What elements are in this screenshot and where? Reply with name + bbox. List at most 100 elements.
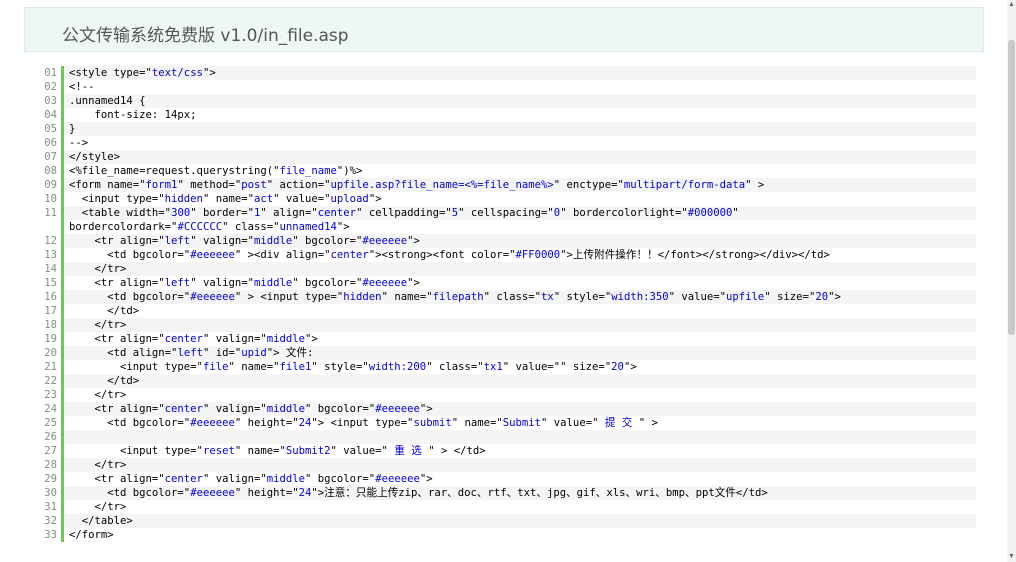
code-line: 17 </td> bbox=[24, 304, 976, 318]
scroll-down-arrow-icon[interactable]: ▼ bbox=[1007, 552, 1016, 562]
line-number: 07 bbox=[44, 151, 57, 163]
code-text: <td bgcolor="#eeeeee" ><div align="cente… bbox=[69, 249, 830, 261]
code-text: <td bgcolor="#eeeeee" > <input type="hid… bbox=[64, 290, 976, 304]
code-line: 06 --> bbox=[24, 136, 976, 150]
scroll-up-arrow-icon[interactable]: ▲ bbox=[1007, 0, 1016, 10]
code-text: <form name="form1" method="post" action=… bbox=[64, 178, 976, 192]
code-line: 29 <tr align="center" valign="middle" bg… bbox=[24, 472, 976, 486]
line-number: 29 bbox=[44, 473, 57, 485]
line-number: 33 bbox=[44, 529, 57, 541]
code-viewer: 01 <style type="text/css"> 02 <!-- 03 .unname… bbox=[24, 66, 976, 542]
code-text bbox=[64, 430, 976, 444]
code-text: <tr align="center" valign="middle" bgcol… bbox=[64, 402, 976, 416]
code-text: <%file_name=request.querystring("file_na… bbox=[69, 165, 363, 177]
code-text: <td bgcolor="#eeeeee" height="24"> <inpu… bbox=[69, 417, 658, 429]
code-line: 20 <td align="left" id="upid"> 文件: bbox=[24, 346, 976, 360]
line-number: 21 bbox=[44, 361, 57, 373]
code-line: 24 <tr align="center" valign="middle" bg… bbox=[24, 402, 976, 416]
code-line: 11 <table width="300" border="1" align="… bbox=[24, 206, 976, 220]
line-number: 04 bbox=[44, 109, 57, 121]
code-text: </td> bbox=[69, 305, 140, 317]
line-number: 12 bbox=[44, 235, 57, 247]
code-line: 19 <tr align="center" valign="middle"> bbox=[24, 332, 976, 346]
line-number: 18 bbox=[44, 319, 57, 331]
code-line: 09 <form name="form1" method="post" actio… bbox=[24, 178, 976, 192]
code-text: <!-- bbox=[69, 81, 95, 93]
code-text: <style type="text/css"> bbox=[64, 66, 976, 80]
code-line: 31 </tr> bbox=[24, 500, 976, 514]
line-number: 31 bbox=[44, 501, 57, 513]
code-text: bordercolordark="#CCCCCC" class="unnamed… bbox=[69, 221, 350, 233]
code-line: 14 </tr> bbox=[24, 262, 976, 276]
line-number: 14 bbox=[44, 263, 57, 275]
code-line: 28 </tr> bbox=[24, 458, 976, 472]
code-text: <tr align="center" valign="middle" bgcol… bbox=[69, 473, 433, 485]
code-text: <input type="file" name="file1" style="w… bbox=[69, 361, 637, 373]
line-number: 02 bbox=[44, 81, 57, 93]
code-text: </tr> bbox=[69, 389, 127, 401]
line-number: 03 bbox=[44, 95, 57, 107]
code-line: 05} bbox=[24, 122, 976, 136]
code-text: .unnamed14 { bbox=[64, 94, 976, 108]
line-number: 32 bbox=[44, 515, 57, 527]
code-line: 16 <td bgcolor="#eeeeee" > <input type="… bbox=[24, 290, 976, 304]
line-number: 26 bbox=[44, 431, 57, 443]
line-number bbox=[24, 220, 61, 234]
code-line: 26 bbox=[24, 430, 976, 444]
line-number: 28 bbox=[44, 459, 57, 471]
code-line: 15 <tr align="left" valign="middle" bgco… bbox=[24, 276, 976, 290]
vertical-scrollbar[interactable]: ▲ ▼ bbox=[1007, 0, 1016, 562]
code-line: bordercolordark="#CCCCCC" class="unnamed… bbox=[24, 220, 976, 234]
line-number: 10 bbox=[44, 193, 57, 205]
code-line: 04 font-size: 14px; bbox=[24, 108, 976, 122]
line-number: 27 bbox=[44, 445, 57, 457]
line-number: 11 bbox=[44, 207, 57, 219]
line-number: 13 bbox=[44, 249, 57, 261]
code-text: </table> bbox=[64, 514, 976, 528]
code-text: <tr align="left" valign="middle" bgcolor… bbox=[69, 277, 420, 289]
line-number: 23 bbox=[44, 389, 57, 401]
code-text: <td bgcolor="#eeeeee" height="24">注意：只能上… bbox=[64, 486, 976, 500]
code-line: 23 </tr> bbox=[24, 388, 976, 402]
line-number: 16 bbox=[44, 291, 57, 303]
code-line: 01 <style type="text/css"> bbox=[24, 66, 976, 80]
file-path-title: 公文传输系统免费版 v1.0/in_file.asp bbox=[62, 26, 349, 46]
code-line: 18 </tr> bbox=[24, 318, 976, 332]
scrollbar-thumb[interactable] bbox=[1008, 40, 1015, 335]
code-text: </form> bbox=[69, 529, 114, 541]
code-line: 08 <%file_name=request.querystring("file_… bbox=[24, 164, 976, 178]
line-number: 15 bbox=[44, 277, 57, 289]
code-line: 03 .unnamed14 { bbox=[24, 94, 976, 108]
code-text: --> bbox=[69, 137, 89, 149]
code-text: <table width="300" border="1" align="cen… bbox=[64, 206, 976, 220]
line-number: 19 bbox=[44, 333, 57, 345]
code-line: 27 <input type="reset" name="Submit2" va… bbox=[24, 444, 976, 458]
line-number: 24 bbox=[44, 403, 57, 415]
line-number: 25 bbox=[44, 417, 57, 429]
code-line: 12 <tr align="left" valign="middle" bgco… bbox=[24, 234, 976, 248]
line-number: 20 bbox=[44, 347, 57, 359]
code-line: 22 </td> bbox=[24, 374, 976, 388]
code-text: </tr> bbox=[64, 458, 976, 472]
code-line: 10 <input type="hidden" name="act" value… bbox=[24, 192, 976, 206]
line-number: 08 bbox=[44, 165, 57, 177]
code-line: 13 <td bgcolor="#eeeeee" ><div align="ce… bbox=[24, 248, 976, 262]
code-text: font-size: 14px; bbox=[69, 109, 197, 121]
file-header-panel: 公文传输系统免费版 v1.0/in_file.asp bbox=[24, 7, 984, 52]
line-number: 01 bbox=[44, 67, 57, 79]
line-number: 30 bbox=[44, 487, 57, 499]
line-number: 09 bbox=[44, 179, 57, 191]
line-number: 22 bbox=[44, 375, 57, 387]
code-text: <input type="reset" name="Submit2" value… bbox=[69, 445, 486, 457]
code-line: 32 </table> bbox=[24, 514, 976, 528]
code-text: </tr> bbox=[64, 262, 976, 276]
code-text: } bbox=[64, 122, 976, 136]
code-text: <input type="hidden" name="act" value="u… bbox=[69, 193, 382, 205]
code-text: <td align="left" id="upid"> 文件: bbox=[64, 346, 976, 360]
code-line: 21 <input type="file" name="file1" style… bbox=[24, 360, 976, 374]
code-text: <tr align="center" valign="middle"> bbox=[69, 333, 318, 345]
code-text: </td> bbox=[64, 374, 976, 388]
code-line: 30 <td bgcolor="#eeeeee" height="24">注意：… bbox=[24, 486, 976, 500]
code-text: </tr> bbox=[64, 318, 976, 332]
code-line: 07 </style> bbox=[24, 150, 976, 164]
